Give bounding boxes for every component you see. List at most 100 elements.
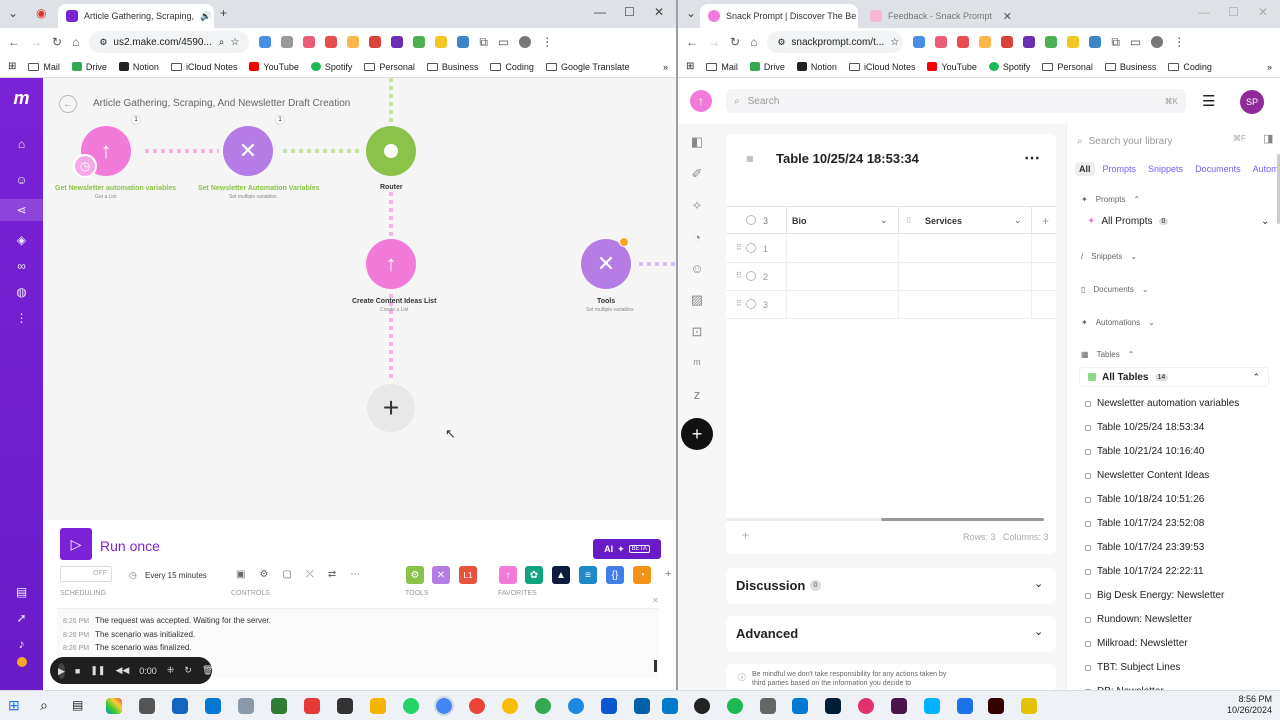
site-info-icon[interactable]: ⚙ <box>777 37 785 48</box>
library-search-input[interactable]: ⌕ Search your library <box>1077 132 1237 150</box>
table-list-item[interactable]: Big Desk Energy: Newsletter <box>1097 590 1224 601</box>
bookmark-notion[interactable]: Notion <box>796 62 837 72</box>
drag-handle-icon[interactable]: ⠿ <box>736 299 742 308</box>
github-icon[interactable] <box>694 698 710 714</box>
chevron-down-icon[interactable]: ⌄ <box>1261 216 1269 227</box>
store-icon[interactable] <box>205 698 221 714</box>
add-column-icon[interactable]: + <box>1042 214 1049 228</box>
snack-prompt-logo-icon[interactable]: ↑ <box>690 90 712 112</box>
pause-icon[interactable]: ❚❚ <box>90 665 105 676</box>
column-header-bio[interactable]: Bio <box>792 216 807 226</box>
chrome-profile-icon[interactable] <box>469 698 485 714</box>
scrollbar-thumb[interactable] <box>881 518 1044 521</box>
tab-search-icon[interactable]: ⌄ <box>686 6 696 20</box>
bookmark-personal[interactable]: Personal <box>364 62 415 72</box>
close-window-icon[interactable]: ✕ <box>1258 5 1268 19</box>
table-row[interactable]: ⠿ 3 <box>726 291 1056 319</box>
hamburger-menu-icon[interactable]: ☰ <box>1202 92 1215 110</box>
audio-icon[interactable]: 🔊 <box>200 11 211 22</box>
extension-icon[interactable] <box>979 36 992 48</box>
search-icon[interactable]: ⌕ <box>40 697 48 714</box>
column-header-services[interactable]: Services <box>925 216 962 226</box>
discussion-panel[interactable]: Discussion 0 ⌄ <box>726 568 1056 604</box>
extension-icon[interactable] <box>303 36 316 48</box>
lightroom-icon[interactable] <box>825 698 841 714</box>
connections-icon[interactable]: ∞ <box>0 259 43 273</box>
chevron-down-icon[interactable]: ⌄ <box>1034 577 1043 590</box>
minimize-icon[interactable]: — <box>1198 5 1210 19</box>
schedule-setting[interactable]: Every 15 minutes <box>145 571 207 580</box>
table-list-item[interactable]: Table 10/17/24 22:22:11 <box>1097 566 1204 577</box>
illustrator-icon[interactable] <box>988 698 1004 714</box>
extension-icon[interactable] <box>413 36 426 48</box>
maximize-icon[interactable]: ☐ <box>624 5 635 19</box>
extension-icon[interactable] <box>935 36 948 48</box>
team-icon[interactable]: ☺ <box>0 173 43 187</box>
chart-icon[interactable]: ◔ <box>693 230 701 245</box>
chevron-down-icon[interactable]: ⌄ <box>880 215 888 226</box>
section-documents[interactable]: ▯ Documents ⌄ <box>1081 285 1149 294</box>
bookmark-mail[interactable]: Mail <box>706 62 738 72</box>
home-icon[interactable]: ⌂ <box>0 137 43 151</box>
operation-bubble[interactable]: 1 <box>275 115 285 125</box>
close-window-icon[interactable]: ✕ <box>654 5 664 19</box>
text-parser-icon[interactable]: L1 <box>459 566 477 584</box>
vscode-icon[interactable] <box>662 698 678 714</box>
airtable-icon[interactable]: ▲ <box>552 566 570 584</box>
table-list-item[interactable]: Table 10/25/24 18:53:34 <box>1097 422 1204 433</box>
rss-icon[interactable]: ◔ <box>633 566 651 584</box>
rocket-icon[interactable]: ➚ <box>0 611 43 625</box>
all-tables-item[interactable]: All Tables 14 ⌃ <box>1079 367 1269 387</box>
extension-icon[interactable] <box>1001 36 1014 48</box>
table-row[interactable]: ⠿ 2 <box>726 263 1056 291</box>
extension-icon[interactable] <box>1067 36 1080 48</box>
row-checkbox[interactable] <box>746 299 756 309</box>
auto-align-icon[interactable]: ⤫ <box>306 569 314 580</box>
site-info-icon[interactable]: ⚙ <box>99 37 107 48</box>
more-icon[interactable]: ⋯ <box>350 569 360 580</box>
profile-avatar[interactable] <box>1151 36 1164 48</box>
windows-start-icon[interactable]: ⊞ <box>8 697 20 714</box>
bookmark-icloud-notes[interactable]: iCloud Notes <box>170 62 237 72</box>
slack-icon[interactable] <box>891 698 907 714</box>
home-icon[interactable]: ⌂ <box>72 35 79 49</box>
system-clock[interactable]: 8:56 PM 10/26/2024 <box>1210 694 1272 716</box>
section-snippets[interactable]: / Snippets ⌄ <box>1081 252 1137 261</box>
save-icon[interactable]: ▣ <box>236 569 245 580</box>
table-list-item[interactable]: Rundown: Newsletter <box>1097 614 1192 625</box>
widget-icon[interactable]: ⊡ <box>692 324 703 340</box>
chrome-profile-icon[interactable] <box>568 698 584 714</box>
chevron-down-icon[interactable]: ⌄ <box>1014 215 1022 226</box>
home-icon[interactable]: ⌂ <box>750 35 757 49</box>
extension-icon[interactable] <box>957 36 970 48</box>
bookmark-notion[interactable]: Notion <box>118 62 159 72</box>
close-log-icon[interactable]: ✕ <box>652 596 659 605</box>
clock-trigger-icon[interactable]: ◷ <box>73 154 97 178</box>
datastore-icon[interactable]: ≡ <box>579 566 597 584</box>
more-icon[interactable]: ⋮ <box>0 311 43 325</box>
user-icon[interactable]: ☺ <box>690 261 703 276</box>
ai-beta-button[interactable]: AI ✦ BETA <box>593 539 661 559</box>
bookmark-mail[interactable]: Mail <box>28 62 60 72</box>
app-icon[interactable] <box>924 698 940 714</box>
openai-icon[interactable]: ✿ <box>525 566 543 584</box>
extension-icon[interactable] <box>457 36 470 48</box>
sparkle-icon[interactable]: ✧ <box>692 198 703 214</box>
app-icon[interactable] <box>172 698 188 714</box>
templates-icon[interactable]: ◈ <box>0 233 43 247</box>
extension-icon[interactable] <box>1023 36 1036 48</box>
back-icon[interactable]: ← <box>686 35 698 49</box>
row-checkbox[interactable] <box>746 243 756 253</box>
app-icon[interactable] <box>1021 698 1037 714</box>
settings-icon[interactable]: ⚙ <box>259 569 268 580</box>
table-list-item[interactable]: Table 10/17/24 23:39:53 <box>1097 542 1204 553</box>
close-tab-icon[interactable]: ✕ <box>1003 10 1012 23</box>
json-icon[interactable]: {} <box>606 566 624 584</box>
bookmark-youtube[interactable]: YouTube <box>927 62 977 72</box>
address-bar[interactable]: ⚙ us2.make.com/4590... ⌕ ☆ <box>89 31 250 53</box>
apps-icon[interactable]: ⊞ <box>8 61 16 72</box>
table-list-item[interactable]: Table 10/17/24 23:52:08 <box>1097 518 1204 529</box>
filter-documents[interactable]: Documents <box>1191 162 1245 176</box>
row-checkbox[interactable] <box>746 271 756 281</box>
add-favorite-icon[interactable]: + <box>665 568 671 580</box>
